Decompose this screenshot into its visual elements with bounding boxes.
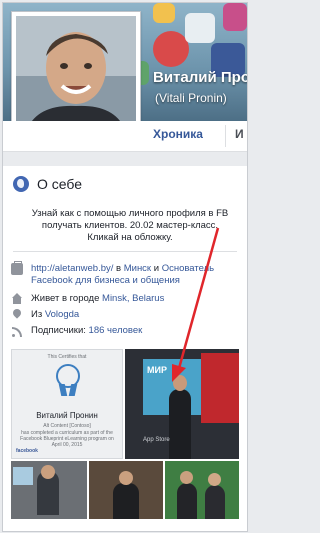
tab-divider [225, 125, 226, 147]
followers-link[interactable]: 186 человек [89, 325, 143, 336]
facebook-logo: facebook [16, 448, 38, 454]
about-header: О себе [13, 173, 82, 195]
photo-speaker[interactable]: МИР App Store [125, 349, 239, 459]
screen [13, 467, 33, 485]
work-in: в [113, 263, 124, 274]
followers-prefix: Подписчики: [31, 325, 89, 336]
cert-line: Alt Content [Contoso] [43, 423, 91, 429]
cover-decor [153, 3, 175, 23]
tab-timeline[interactable]: Хроника [153, 127, 203, 141]
avatar[interactable] [11, 11, 141, 137]
lives-prefix: Живет в городе [31, 293, 103, 304]
cover-decor [223, 3, 247, 31]
location-pin-icon [11, 309, 23, 321]
person-head [41, 465, 55, 479]
profile-tabs: Хроника И [3, 121, 247, 152]
home-icon [11, 293, 23, 305]
work-place-link[interactable]: Минск [124, 263, 151, 274]
avatar-photo [16, 16, 136, 132]
cert-line: This Certifies that [47, 354, 87, 360]
work-row: http://aletanweb.by/ в Минск и Основател… [11, 261, 241, 287]
cover-decor [153, 31, 189, 67]
photo-grid: This Certifies that Виталий Пронин Alt C… [11, 349, 239, 521]
profile-name-latin: (Vitali Pronin) [155, 91, 227, 105]
profile-page: Виталий Пронин (Vitali Pronin) Хроника И… [2, 2, 248, 532]
lives-city-link[interactable]: Minsk, Belarus [102, 293, 164, 304]
person-head [208, 473, 221, 486]
person-figure [113, 483, 139, 519]
person-figure [205, 485, 225, 519]
speaker-head [173, 375, 187, 391]
followers-row: Подписчики: 186 человек [11, 325, 241, 337]
section-gap [3, 152, 247, 166]
about-title: О себе [37, 176, 83, 192]
screen-text: МИР [147, 365, 167, 375]
from-city-link[interactable]: Vologda [45, 309, 79, 320]
briefcase-icon [11, 261, 23, 275]
work-text: http://aletanweb.by/ в Минск и Основател… [31, 263, 241, 287]
banner [201, 353, 239, 423]
intro-text[interactable]: Узнай как с помощью личного профиля в FB… [25, 208, 235, 244]
appstore-text: App Store [143, 437, 170, 443]
work-and: и [151, 263, 162, 274]
cert-name: Виталий Пронин [36, 411, 98, 420]
photo-certificate[interactable]: This Certifies that Виталий Пронин Alt C… [11, 349, 123, 459]
profile-name[interactable]: Виталий Пронин [153, 69, 247, 86]
lives-row: Живет в городе Minsk, Belarus [11, 293, 241, 305]
person-head [180, 471, 193, 484]
from-row: Из Vologda [11, 309, 241, 321]
globe-icon [13, 176, 29, 192]
photo-handshake[interactable] [165, 461, 239, 519]
speaker-figure [169, 389, 191, 459]
photo-presenter[interactable] [11, 461, 87, 519]
ribbon-icon [68, 384, 78, 396]
person-head [119, 471, 133, 485]
photo-portrait[interactable] [89, 461, 163, 519]
person-figure [177, 483, 197, 519]
divider [13, 251, 237, 252]
tab-info[interactable]: И [235, 127, 244, 141]
from-prefix: Из [31, 309, 45, 320]
cover-decor [185, 13, 215, 43]
website-link[interactable]: http://aletanweb.by/ [31, 263, 113, 274]
rss-icon [11, 325, 23, 337]
